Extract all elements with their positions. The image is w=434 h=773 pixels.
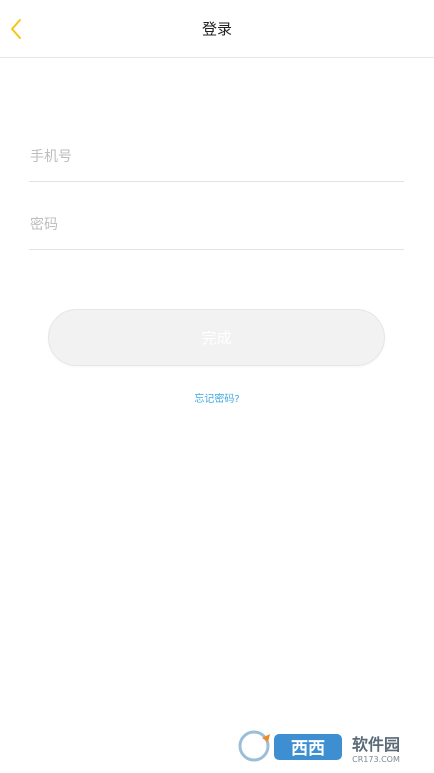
phone-input[interactable] [29, 138, 404, 181]
forgot-password-link[interactable]: 忘记密码? [0, 390, 434, 405]
svg-text:西西: 西西 [291, 739, 325, 759]
svg-text:软件园: 软件园 [352, 735, 400, 754]
watermark-logo-graphic: 西西 软件园 CR173.COM [234, 726, 414, 766]
password-input[interactable] [29, 206, 404, 249]
password-field [29, 206, 404, 250]
top-nav-bar: 登录 [0, 0, 434, 58]
svg-text:CR173.COM: CR173.COM [352, 755, 400, 764]
phone-field [29, 138, 404, 182]
watermark-logo: 西西 软件园 CR173.COM [234, 726, 414, 766]
done-button[interactable]: 完成 [48, 309, 385, 366]
page-title: 登录 [201, 20, 232, 38]
